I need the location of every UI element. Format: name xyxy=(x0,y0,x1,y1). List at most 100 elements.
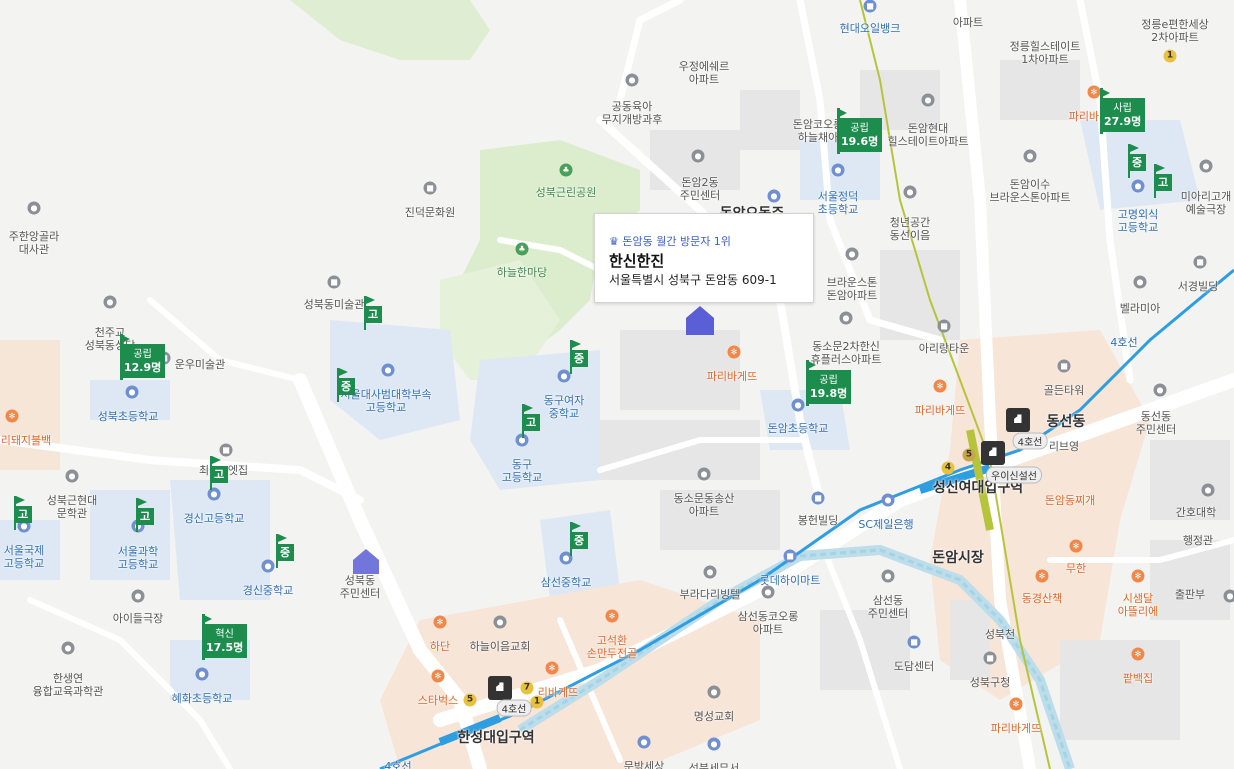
poi-marker[interactable]: ● xyxy=(637,735,651,749)
bank-icon[interactable]: ● xyxy=(881,493,895,507)
school-ratio-flag[interactable]: 공립 19.8명 xyxy=(806,360,852,406)
restaurant-icon[interactable]: ■ xyxy=(219,443,233,457)
map-label[interactable]: 성북세무서 xyxy=(689,762,740,769)
school-level-flag[interactable]: 중 xyxy=(337,368,357,402)
cafe-icon[interactable]: ✻ xyxy=(1131,569,1145,583)
map-label[interactable]: 현대오일뱅크 xyxy=(840,22,901,35)
poi-marker[interactable]: ● xyxy=(761,585,775,599)
map-label[interactable]: 아파트 xyxy=(953,16,983,29)
gas-station-icon[interactable]: ■ xyxy=(863,0,877,13)
map-label[interactable]: 미아리고개 예술극장 xyxy=(1181,190,1232,216)
map-label[interactable]: 서울국제 고등학교 xyxy=(4,544,44,570)
subway-station-icon[interactable]: ⛘ xyxy=(488,676,512,700)
poi-marker[interactable]: ■ xyxy=(1193,255,1207,269)
poi-marker[interactable]: ● xyxy=(691,149,705,163)
map-label[interactable]: 돈암이수 브라운스톤아파트 xyxy=(990,178,1071,204)
bakery-icon[interactable]: ✻ xyxy=(1087,85,1101,99)
poi-marker[interactable]: ● xyxy=(703,565,717,579)
map-label[interactable]: 운우미술관 xyxy=(175,358,226,371)
map-label[interactable]: 돈암현대 힐스테이트아파트 xyxy=(888,122,969,148)
school-icon[interactable]: ● xyxy=(125,385,139,399)
map-label[interactable]: 돈암2동 주민센터 xyxy=(680,176,720,202)
gallery-icon[interactable]: ■ xyxy=(327,275,341,289)
restaurant-icon[interactable]: ✻ xyxy=(1131,647,1145,661)
map-label[interactable]: 고명외식 고등학교 xyxy=(1118,208,1158,234)
school-level-flag[interactable]: 고 xyxy=(210,456,230,490)
school-icon[interactable]: ● xyxy=(195,667,209,681)
map-label[interactable]: 파리바게뜨 xyxy=(991,722,1042,735)
map-label[interactable]: 정릉힐스테이트 1차아파트 xyxy=(1010,40,1081,66)
poi-marker[interactable]: ● xyxy=(903,185,917,199)
bakery-icon[interactable]: ✻ xyxy=(545,661,559,675)
map-label[interactable]: 경신중학교 xyxy=(243,584,294,597)
map-label[interactable]: 파리바게뜨 xyxy=(915,404,966,417)
map-label[interactable]: 동선동 주민센터 xyxy=(1136,410,1176,436)
bakery-icon[interactable]: ✻ xyxy=(1009,697,1023,711)
map-label[interactable]: 아이들극장 xyxy=(113,612,164,625)
theater-icon[interactable]: ● xyxy=(131,589,145,603)
map-label[interactable]: 청년공간 동선이음 xyxy=(890,216,930,242)
building-icon[interactable]: ■ xyxy=(907,635,921,649)
school-level-flag[interactable]: 중 xyxy=(276,534,296,568)
school-ratio-flag[interactable]: 공립 12.9명 xyxy=(120,334,166,380)
school-level-flag[interactable]: 중 xyxy=(570,340,590,374)
map-label[interactable]: 아리랑타운 xyxy=(919,342,970,355)
poi-marker[interactable]: ● xyxy=(839,311,853,325)
map-label[interactable]: 팥백집 xyxy=(1123,672,1153,685)
embassy-icon[interactable]: ● xyxy=(27,201,41,215)
church-icon[interactable]: ● xyxy=(493,615,507,629)
map-label[interactable]: 공동육아 무지개방과후 xyxy=(602,100,663,126)
map-label[interactable]: 4호선 xyxy=(384,760,411,769)
selected-house-marker[interactable] xyxy=(685,304,715,336)
map-label[interactable]: 파리바게뜨 xyxy=(707,370,758,383)
museum-icon[interactable]: ■ xyxy=(423,181,437,195)
map-label[interactable]: 부라다리빙텔 xyxy=(680,588,741,601)
map-label[interactable]: 돈암초등학교 xyxy=(768,422,829,435)
map-label[interactable]: 경신고등학교 xyxy=(184,512,245,525)
map-label[interactable]: 고석환 손만두전골 xyxy=(587,634,638,660)
map-label[interactable]: 성신여대입구역 xyxy=(933,481,1023,495)
subway-station-icon[interactable]: ⛘ xyxy=(1006,408,1030,432)
map-label[interactable]: 서경빌딩 xyxy=(1178,280,1218,293)
poi-marker[interactable]: ● xyxy=(1153,383,1167,397)
map-label[interactable]: 리바게뜨 xyxy=(538,686,578,699)
bank-icon[interactable]: ● xyxy=(767,189,781,203)
school-icon[interactable]: ● xyxy=(261,559,275,573)
map-label[interactable]: 성북근현대 문학관 xyxy=(47,494,98,520)
church-icon[interactable]: ● xyxy=(103,295,117,309)
map-label[interactable]: 도담센터 xyxy=(894,660,934,673)
restaurant-icon[interactable]: ✻ xyxy=(433,615,447,629)
map-label[interactable]: SC제일은행 xyxy=(858,518,913,531)
map-label[interactable]: 무한 xyxy=(1066,562,1086,575)
poi-marker[interactable]: ● xyxy=(61,641,75,655)
map-label[interactable]: 리돼지불백 xyxy=(1,434,52,447)
cafe-icon[interactable]: ✻ xyxy=(431,669,445,683)
bakery-icon[interactable]: ✻ xyxy=(933,379,947,393)
map-canvas[interactable]: 현대오일뱅크 정릉e편한세상 2차아파트 아파트 정릉힐스테이트 1차아파트 우정에쉐르… xyxy=(0,0,1234,769)
poi-marker[interactable]: ■ xyxy=(1057,359,1071,373)
map-label[interactable]: 동경산책 xyxy=(1022,592,1062,605)
school-level-flag[interactable]: 고 xyxy=(1154,164,1174,198)
school-ratio-flag[interactable]: 공립 19.6명 xyxy=(837,108,883,154)
school-level-flag[interactable]: 고 xyxy=(364,296,384,330)
government-icon[interactable]: ■ xyxy=(983,651,997,665)
map-label[interactable]: 서울정덕 초등학교 xyxy=(818,190,858,216)
park-icon[interactable]: ♣ xyxy=(559,163,573,177)
map-label[interactable]: 성북동미술관 xyxy=(304,298,365,311)
map-label[interactable]: 봉헌빌딩 xyxy=(798,514,838,527)
restaurant-icon[interactable]: ✻ xyxy=(1069,539,1083,553)
map-label[interactable]: 혜화초등학교 xyxy=(172,692,233,705)
map-label[interactable]: 돈암시장 xyxy=(932,551,984,565)
map-label[interactable]: 스타벅스 xyxy=(418,694,458,707)
map-label[interactable]: 문밖세상 xyxy=(624,760,664,769)
map-label[interactable]: 동구여자 중학교 xyxy=(544,394,584,420)
map-label[interactable]: 동구 고등학교 xyxy=(502,458,542,484)
map-label[interactable]: 행정관 xyxy=(1183,534,1213,547)
school-ratio-flag[interactable]: 혁신 17.5명 xyxy=(202,614,248,660)
map-label[interactable]: 하늘한마당 xyxy=(497,266,548,279)
map-label[interactable]: 리브영 xyxy=(1049,440,1079,453)
school-icon[interactable]: ● xyxy=(557,369,571,383)
subway-line-label[interactable]: 우이신설선 xyxy=(986,466,1042,484)
poi-marker[interactable]: ● xyxy=(65,469,79,483)
map-label[interactable]: 서울과학 고등학교 xyxy=(118,545,158,571)
